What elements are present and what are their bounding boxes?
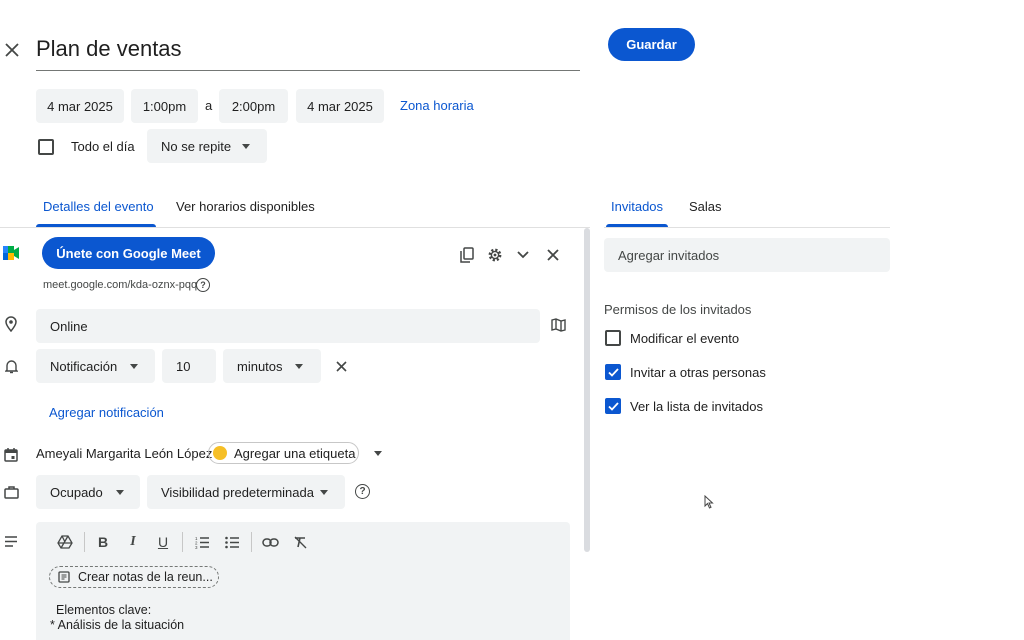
toolbar-divider [251,532,252,552]
svg-text:3: 3 [195,545,198,549]
description-line-1: Elementos clave: [56,603,152,617]
timezone-link[interactable]: Zona horaria [400,98,474,113]
start-date-text: 4 mar 2025 [47,98,113,114]
calendar-caret-icon[interactable] [374,451,382,456]
add-notification-link[interactable]: Agregar notificación [49,405,164,420]
description-icon [2,532,20,550]
remove-meet-icon[interactable] [543,245,563,265]
notification-type-value: Notificación [50,358,118,374]
end-time-text: 2:00pm [231,98,276,114]
tab-rooms[interactable]: Salas [689,199,722,214]
toolbar-divider [84,532,85,552]
start-time-text: 1:00pm [142,98,187,114]
location-pin-icon [2,314,20,334]
notification-unit-value: minutos [237,358,283,374]
guest-permissions-title: Permisos de los invitados [604,302,752,317]
gear-icon[interactable] [485,245,505,265]
availability-caret-icon [116,490,124,495]
link-icon[interactable] [259,532,281,552]
location-value: Online [50,318,88,334]
notification-type-caret-icon [130,364,138,369]
start-date[interactable]: 4 mar 2025 [36,89,124,123]
italic-icon[interactable]: I [122,532,144,552]
tab-event-details[interactable]: Detalles del evento [43,199,154,214]
label-color-dot [213,446,227,460]
drive-icon[interactable] [54,532,76,552]
location-input[interactable]: Online [36,309,540,343]
notification-amount-input[interactable]: 10 [162,349,216,383]
create-notes-label: Crear notas de la reun... [78,570,213,584]
add-label-button[interactable]: Agregar una etiqueta [208,442,359,464]
notification-amount-value: 10 [176,358,191,374]
add-label-text: Agregar una etiqueta [234,445,356,461]
repeat-dropdown[interactable]: No se repite [147,129,267,163]
start-time[interactable]: 1:00pm [131,89,198,123]
join-meet-button[interactable]: Únete con Google Meet [42,237,215,269]
end-time[interactable]: 2:00pm [219,89,288,123]
copy-icon[interactable] [457,245,477,265]
title-text: Plan de ventas [36,36,182,61]
permission-invite-checkbox[interactable] [605,364,621,380]
left-tabs-divider [0,227,590,228]
briefcase-icon [2,482,20,502]
visibility-caret-icon [320,490,328,495]
title-input[interactable]: Plan de ventas [36,30,580,71]
scrollbar[interactable] [584,228,590,552]
permission-modify-label: Modificar el evento [630,331,740,346]
visibility-value: Visibilidad predeterminada [161,484,314,500]
calendar-owner: Ameyali Margarita León López [36,446,213,461]
check-icon [607,401,619,411]
tab-find-time[interactable]: Ver horarios disponibles [176,199,315,214]
google-meet-icon [2,244,20,262]
meet-url[interactable]: meet.google.com/kda-oznx-pqq [43,279,197,291]
numbered-list-icon[interactable]: 123 [191,532,213,552]
notification-unit-caret-icon [295,364,303,369]
save-button[interactable]: Guardar [608,28,695,61]
visibility-dropdown[interactable]: Visibilidad predeterminada [147,475,345,509]
end-date-text: 4 mar 2025 [307,98,373,114]
create-notes-chip[interactable]: Crear notas de la reun... [49,566,219,588]
calendar-icon [2,444,20,464]
toolbar-divider [182,532,183,552]
bell-icon [2,356,20,376]
join-meet-label: Únete con Google Meet [56,245,201,261]
bold-icon[interactable]: B [92,532,114,552]
repeat-caret-icon [242,144,250,149]
permission-see-list-checkbox[interactable] [605,398,621,414]
visibility-help-icon[interactable]: ? [355,484,370,499]
tab-guests[interactable]: Invitados [611,199,663,214]
add-guests-input[interactable]: Agregar invitados [604,238,890,272]
repeat-value: No se repite [161,138,232,154]
availability-value: Ocupado [50,484,103,500]
end-date[interactable]: 4 mar 2025 [296,89,384,123]
check-icon [607,367,619,377]
availability-dropdown[interactable]: Ocupado [36,475,140,509]
chevron-down-icon[interactable] [513,245,533,265]
all-day-checkbox[interactable] [38,139,54,155]
add-guests-placeholder: Agregar invitados [618,247,720,263]
close-icon[interactable] [2,38,22,62]
map-icon[interactable] [548,315,568,335]
help-icon[interactable]: ? [196,278,210,292]
notification-type-dropdown[interactable]: Notificación [36,349,155,383]
permission-invite-label: Invitar a otras personas [630,365,766,380]
permission-see-list-label: Ver la lista de invitados [630,399,763,414]
save-button-label: Guardar [626,37,677,52]
clear-formatting-icon[interactable] [289,532,311,552]
bulleted-list-icon[interactable] [221,532,243,552]
underline-icon[interactable]: U [152,532,174,552]
mouse-cursor-icon [704,494,714,512]
right-tabs-divider [604,227,890,228]
remove-notification-icon[interactable] [331,356,351,376]
to-label: a [205,98,213,113]
all-day-label: Todo el día [71,139,135,154]
notes-icon [58,571,70,583]
permission-modify-checkbox[interactable] [605,330,621,346]
description-line-2: * Análisis de la situación [50,618,185,632]
notification-unit-dropdown[interactable]: minutos [223,349,321,383]
